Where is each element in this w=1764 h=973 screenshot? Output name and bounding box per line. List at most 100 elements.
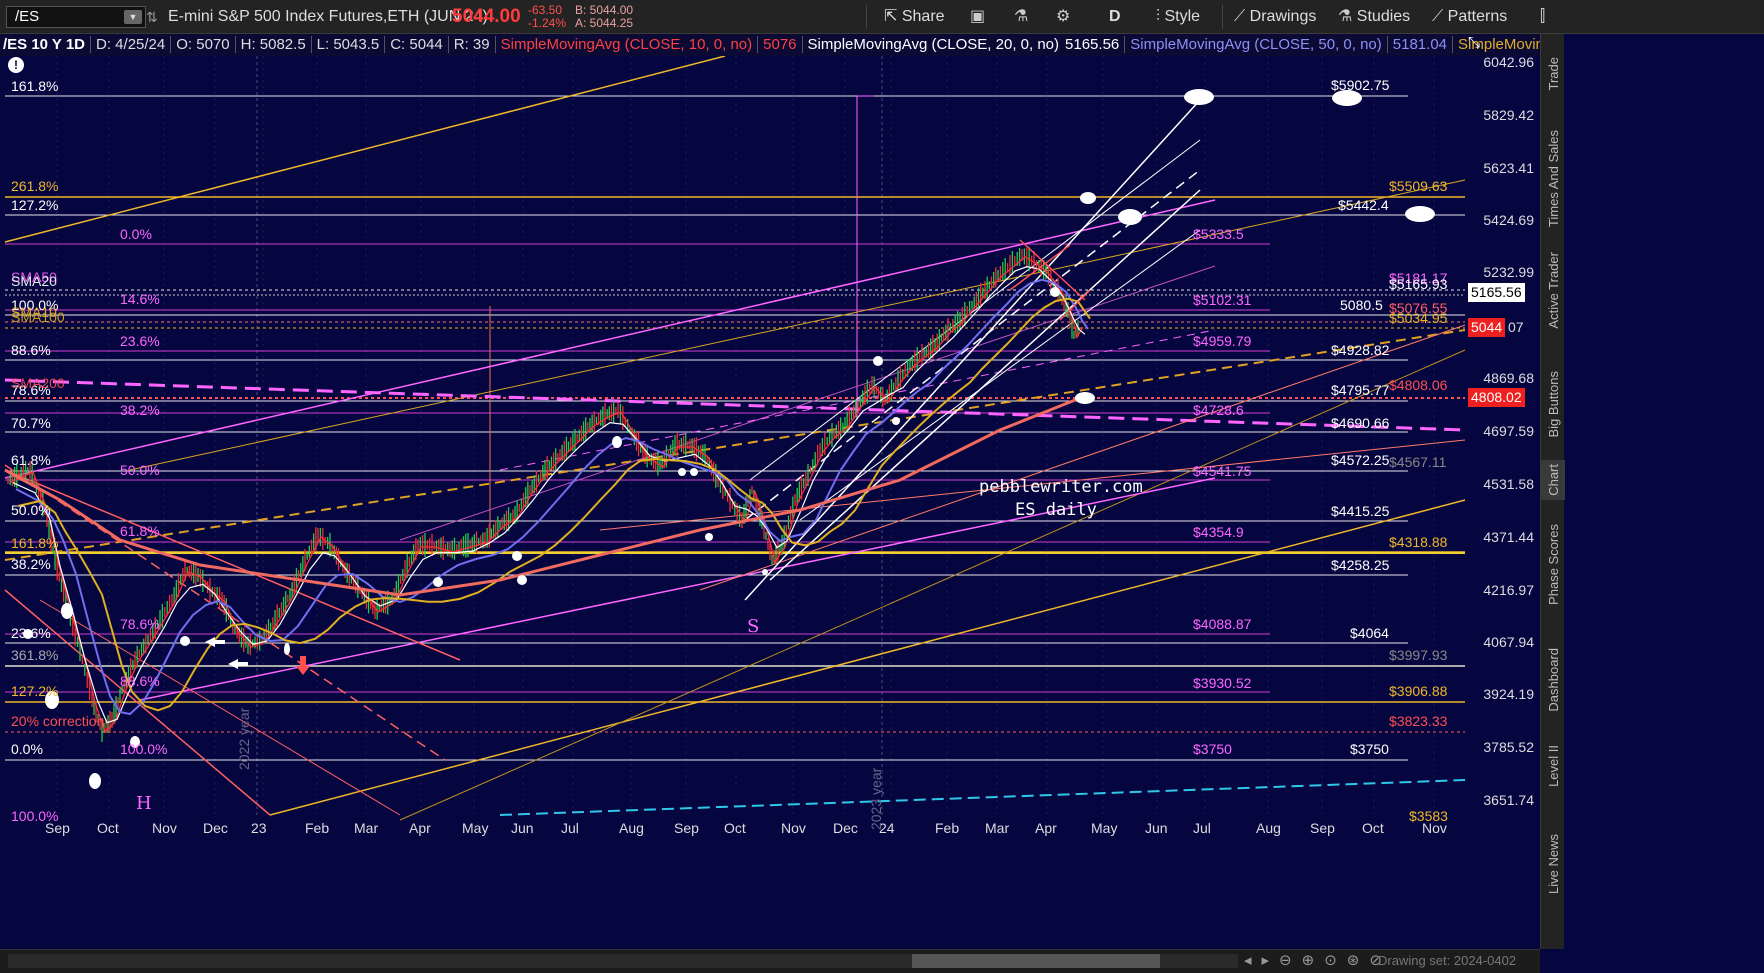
scrollbar-thumb[interactable] [912, 954, 1160, 968]
sidebar-tab-big-buttons[interactable]: Big Buttons [1541, 354, 1565, 454]
sma-overlay-label: SMA200 [11, 375, 65, 391]
alert-icon: ! [8, 57, 24, 73]
sma50-line [15, 278, 1089, 716]
x-axis-tick: Oct [97, 820, 119, 836]
toolbar-divider [1222, 5, 1223, 29]
sma-overlay-label: SMA20 [11, 273, 57, 289]
white-level-label: $4690.66 [1331, 415, 1390, 431]
drawings-label: Drawings [1249, 8, 1317, 25]
symbol-input[interactable]: /ES ▼ [6, 6, 146, 28]
marker-dot [705, 533, 713, 541]
sidebar-tab-label: Big Buttons [1545, 370, 1561, 438]
right-level-label: $5509.63 [1389, 178, 1448, 194]
sidebar-tab-phase-scores[interactable]: Phase Scores [1541, 504, 1565, 624]
fib-label-mid: 78.6% [120, 616, 160, 632]
y-axis-tick: 4216.97 [1483, 582, 1534, 598]
magenta-level-label: $4728.6 [1193, 402, 1244, 418]
sidebar-tab-label: Phase Scores [1545, 523, 1561, 605]
drawings-button[interactable]: ⟋ Drawings [1234, 0, 1316, 34]
x-axis-tick: Oct [1362, 820, 1384, 836]
y-axis-tick: 4371.44 [1483, 529, 1534, 545]
fib-label-left: 100.0% [11, 808, 59, 824]
sma10-label[interactable]: SimpleMovingAvg (CLOSE, 10, 0, no) [498, 36, 756, 53]
gold-dashed-trendline [4, 329, 1466, 561]
candles [7, 247, 1079, 742]
studies-button[interactable]: ⚗ Studies [1338, 0, 1410, 34]
drawing-set-label: Drawing set: 2024-0402 [1378, 953, 1517, 968]
y-axis-tick: 4531.58 [1483, 476, 1534, 492]
sma20-label[interactable]: SimpleMovingAvg (CLOSE, 20, 0, no) [805, 36, 1063, 53]
x-axis-tick: Jun [1145, 820, 1168, 836]
gear-icon[interactable]: ⚙ [1056, 0, 1070, 34]
right-level-label: $3997.93 [1389, 647, 1448, 663]
price-tag-suffix: 07 [1508, 319, 1524, 335]
sidebar-tab-dashboard[interactable]: Dashboard [1541, 630, 1565, 730]
right-level-label: $5165.93 [1389, 276, 1448, 292]
link-icon[interactable]: ⇅ [146, 0, 158, 34]
white-level-label: $4928.82 [1331, 342, 1390, 358]
shoulder-label: S [747, 616, 760, 637]
fib-label-left: 20% correction [11, 713, 105, 729]
marker-dot [892, 417, 900, 425]
sidebar-tab-live-news[interactable]: Live News [1541, 804, 1565, 924]
study-legend: /ES 10 Y 1D D: 4/25/24 O: 5070 H: 5082.5 L: … [0, 34, 1540, 56]
y-axis-tick: 5232.99 [1483, 264, 1534, 280]
y-axis-tick: 4067.94 [1483, 634, 1534, 650]
share-button[interactable]: ⇱ Share [884, 0, 945, 34]
zoom-controls[interactable]: ◂▸⊖⊕⊙⊛⊘ [1244, 951, 1392, 969]
x-axis-tick: Mar [985, 820, 1010, 836]
chevron-down-icon[interactable]: ▼ [124, 10, 142, 24]
right-level-label: $4318.88 [1389, 534, 1448, 550]
white-level-label: $4064 [1350, 625, 1389, 641]
sidebar-tab-trade[interactable]: Trade [1541, 44, 1565, 104]
year-label: 2023 year [868, 767, 884, 830]
marker-dot [284, 643, 290, 655]
y-axis-tick: 4869.68 [1483, 370, 1534, 386]
patterns-button[interactable]: ⟋ Patterns [1432, 0, 1507, 34]
y-axis-tick: 3785.52 [1483, 739, 1534, 755]
x-axis-tick: Jul [1193, 820, 1211, 836]
right-level-label: $3906.88 [1389, 683, 1448, 699]
sidebar-tab-label: Trade [1545, 57, 1561, 91]
y-axis-tick: 3924.19 [1483, 686, 1534, 702]
marker-dot [433, 577, 443, 587]
white-level-label: $4258.25 [1331, 557, 1390, 573]
white-level-label: $4572.25 [1331, 452, 1390, 468]
sma50-label[interactable]: SimpleMovingAvg (CLOSE, 50, 0, no) [1127, 36, 1385, 53]
fib-label-left: 361.8% [11, 647, 59, 663]
right-level-label: $4808.06 [1389, 377, 1448, 393]
sidebar-tab-level-ii[interactable]: Level II [1541, 736, 1565, 796]
magenta-level-label: $5333.5 [1193, 226, 1244, 242]
white-level-label: $4795.77 [1331, 382, 1390, 398]
y-axis-tick: 5623.41 [1483, 160, 1534, 176]
fib-label-left: 161.8% [11, 78, 59, 94]
sidebar-collapse-icon[interactable]: ⫿ [1540, 0, 1545, 34]
sidebar-tab-label: Active Trader [1545, 251, 1561, 329]
price-chart[interactable] [0, 0, 1540, 949]
magenta-trendline [4, 199, 1216, 479]
drawing-pen-icon: ⟋ [1234, 8, 1246, 25]
x-axis-tick: Sep [674, 820, 699, 836]
sma-overlay-label: SMA100 [11, 309, 65, 325]
y-axis-tick: 5424.69 [1483, 212, 1534, 228]
fib-label-mid: 100.0% [120, 741, 168, 757]
style-label: Style [1164, 8, 1201, 25]
sidebar-tab-chart[interactable]: Chart [1541, 460, 1565, 500]
fib-label-mid: 88.6% [120, 673, 160, 689]
marker-dot [1075, 392, 1095, 404]
snapshot-icon[interactable]: ▣ [970, 0, 985, 34]
x-axis-tick: Apr [1035, 820, 1057, 836]
flask-icon[interactable]: ⚗ [1014, 0, 1028, 34]
x-axis-tick: Dec [833, 820, 858, 836]
sidebar-tab-active-trader[interactable]: Active Trader [1541, 230, 1565, 350]
magenta-level-label: $4354.9 [1193, 524, 1244, 540]
style-button[interactable]: ⫶ Style [1156, 0, 1200, 34]
y-axis-tick: 4697.59 [1483, 423, 1534, 439]
x-axis-tick: Nov [781, 820, 806, 836]
period-button[interactable]: D [1109, 0, 1121, 34]
crosshair-cursor-icon[interactable]: ⤡ [1468, 34, 1494, 52]
sma20-value: 5165.56 [1065, 36, 1120, 53]
fib-label-left: 88.6% [11, 342, 51, 358]
fib-label-left: 161.8% [11, 535, 59, 551]
current-price-tag: 5044 [1468, 318, 1506, 337]
